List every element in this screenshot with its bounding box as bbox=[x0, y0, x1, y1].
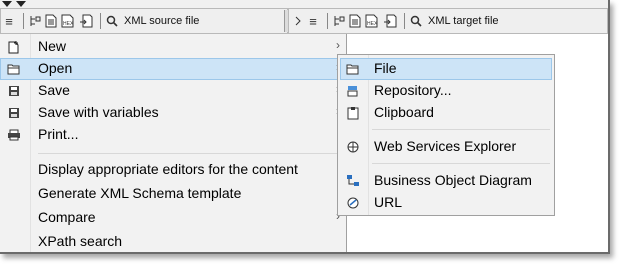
hex-icon[interactable]: HEX bbox=[60, 11, 76, 31]
save-icon bbox=[7, 84, 21, 98]
chevron-right-icon: › bbox=[336, 38, 340, 52]
submenu-item-clipboard[interactable]: Clipboard bbox=[340, 102, 552, 124]
menu-item-label: Save bbox=[38, 82, 70, 98]
tree-icon[interactable] bbox=[28, 11, 42, 31]
web-services-icon bbox=[346, 140, 360, 154]
menu-item-save[interactable]: Save › bbox=[0, 80, 346, 102]
menu-item-generate-schema[interactable]: Generate XML Schema template bbox=[0, 183, 346, 205]
save-variables-icon bbox=[7, 106, 21, 120]
print-icon bbox=[7, 128, 21, 142]
submenu-separator bbox=[372, 163, 550, 164]
menu-item-compare[interactable]: Compare › bbox=[0, 207, 346, 229]
submenu-separator bbox=[372, 129, 550, 130]
submenu-item-web-services-explorer[interactable]: Web Services Explorer bbox=[340, 136, 552, 158]
svg-text:HEX: HEX bbox=[63, 21, 74, 27]
source-search-label[interactable]: XML source file bbox=[124, 15, 199, 27]
menu-item-label: Save with variables bbox=[38, 104, 159, 120]
menu-item-label: XPath search bbox=[38, 233, 123, 249]
collapse-triangle-icon[interactable] bbox=[2, 1, 12, 7]
folder-icon bbox=[7, 62, 21, 76]
document-icon[interactable] bbox=[44, 11, 58, 31]
open-submenu: File Repository... Clipboard Web Service… bbox=[337, 54, 555, 216]
import-icon[interactable] bbox=[382, 11, 398, 31]
submenu-item-label: File bbox=[374, 60, 397, 76]
tree-icon[interactable] bbox=[332, 11, 346, 31]
submenu-item-url[interactable]: URL bbox=[340, 192, 552, 214]
svg-text:HEX: HEX bbox=[367, 21, 378, 27]
menu-icon[interactable]: ≡ bbox=[1, 11, 17, 31]
submenu-item-label: Clipboard bbox=[374, 104, 434, 120]
submenu-item-label: URL bbox=[374, 194, 403, 210]
source-toolbar: ≡ HEX XML source file bbox=[0, 8, 288, 34]
document-icon[interactable] bbox=[348, 11, 362, 31]
hex-icon[interactable]: HEX bbox=[364, 11, 380, 31]
submenu-item-label: Business Object Diagram bbox=[374, 172, 532, 188]
splitter-arrow-icon[interactable] bbox=[293, 11, 303, 31]
submenu-item-label: Repository... bbox=[374, 82, 452, 98]
search-icon[interactable] bbox=[409, 11, 423, 31]
toolbar-separator bbox=[327, 13, 328, 29]
submenu-item-repository[interactable]: Repository... bbox=[340, 80, 552, 102]
top-strip bbox=[0, 0, 608, 8]
menu-item-label: Open bbox=[38, 60, 73, 76]
import-icon[interactable] bbox=[78, 11, 94, 31]
collapse-triangle-icon[interactable] bbox=[16, 1, 26, 7]
menu-icon[interactable]: ≡ bbox=[305, 11, 321, 31]
menu-item-new[interactable]: New › bbox=[0, 36, 346, 58]
clipboard-icon bbox=[346, 106, 360, 120]
context-menu: New › Open › Save › Save with variables … bbox=[0, 34, 347, 252]
folder-icon bbox=[346, 62, 360, 76]
repository-icon bbox=[346, 84, 360, 98]
submenu-item-file[interactable]: File bbox=[340, 58, 552, 80]
menu-item-save-with-variables[interactable]: Save with variables › bbox=[0, 102, 346, 124]
menu-item-label: Print... bbox=[38, 126, 79, 142]
diagram-icon bbox=[346, 174, 360, 188]
toolbar-separator bbox=[100, 13, 101, 29]
new-document-icon bbox=[7, 40, 21, 54]
menu-item-label: Display appropriate editors for the cont… bbox=[38, 161, 298, 177]
submenu-item-business-object-diagram[interactable]: Business Object Diagram bbox=[340, 170, 552, 192]
target-toolbar: ≡ HEX XML target file bbox=[288, 8, 608, 34]
search-icon[interactable] bbox=[105, 11, 119, 31]
toolbar-separator bbox=[404, 13, 405, 29]
target-search-label[interactable]: XML target file bbox=[428, 15, 499, 27]
menu-item-label: Compare bbox=[38, 209, 96, 225]
menu-item-print[interactable]: Print... bbox=[0, 124, 346, 146]
menu-item-label: Generate XML Schema template bbox=[38, 185, 242, 201]
menu-item-xpath-search[interactable]: XPath search bbox=[0, 231, 346, 252]
menu-item-display-editors[interactable]: Display appropriate editors for the cont… bbox=[0, 159, 346, 181]
toolbar-separator bbox=[23, 13, 24, 29]
menu-item-open[interactable]: Open › bbox=[0, 58, 346, 80]
menu-item-label: New bbox=[38, 38, 67, 54]
url-icon bbox=[346, 196, 360, 210]
application-window: ≡ HEX XML source file ≡ HEX XML target f… bbox=[0, 0, 610, 254]
menu-separator bbox=[38, 153, 340, 154]
submenu-item-label: Web Services Explorer bbox=[374, 138, 517, 154]
